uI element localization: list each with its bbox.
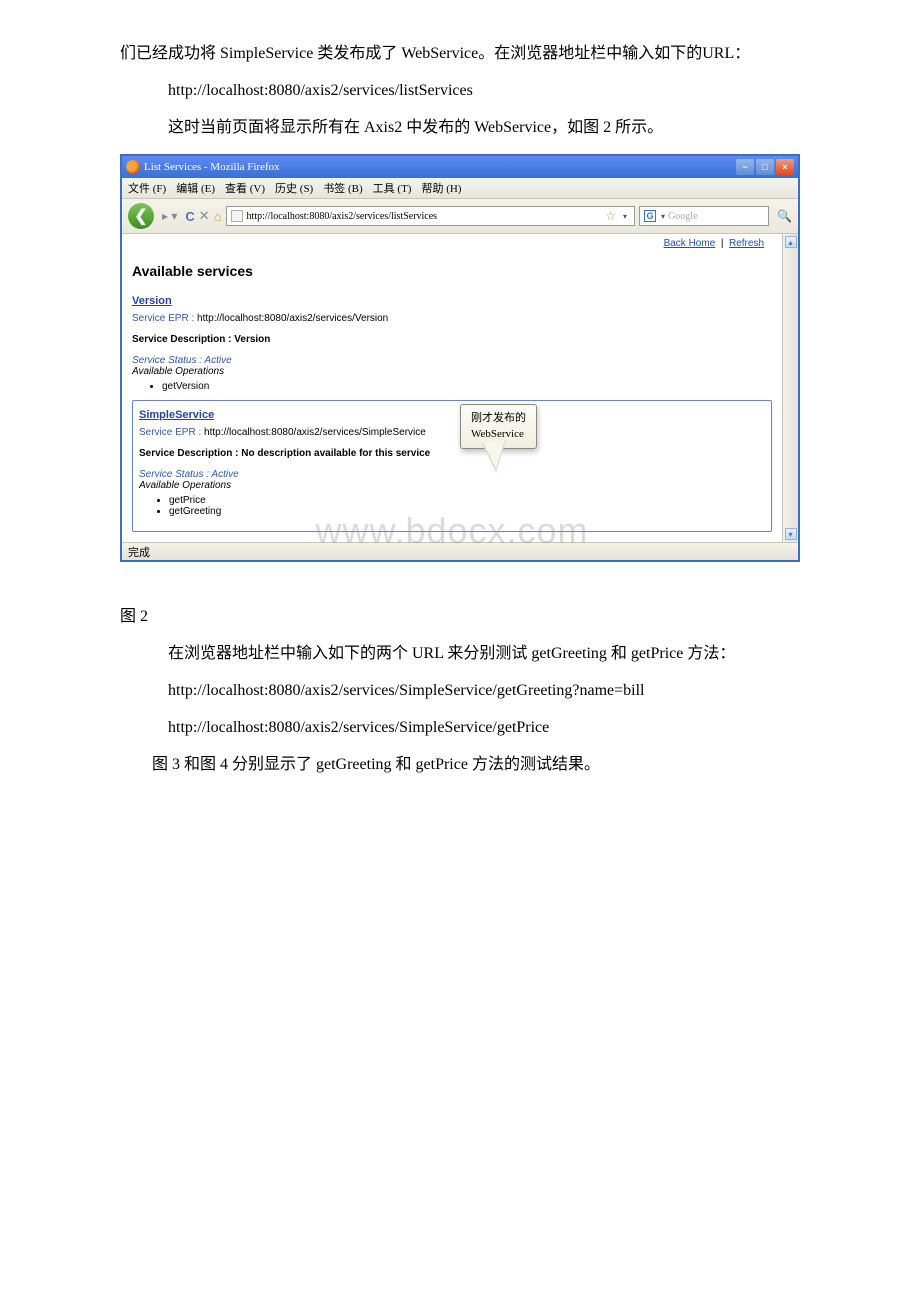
service-desc-version: Service Description : Version [132, 334, 772, 345]
menu-edit[interactable]: 编辑 (E) [176, 180, 215, 196]
nav-toolbar: ❮ ▸ ▾ C ✕ ⌂ http://localhost:8080/axis2/… [122, 199, 798, 234]
menu-tools[interactable]: 工具 (T) [373, 180, 412, 196]
maximize-button[interactable]: □ [756, 159, 774, 175]
service-link-simpleservice[interactable]: SimpleService [139, 409, 214, 421]
url-3: http://localhost:8080/axis2/services/Sim… [168, 714, 800, 743]
service-desc-simpleservice: Service Description : No description ava… [139, 448, 765, 459]
operation-item: getPrice [169, 495, 765, 506]
forward-button[interactable]: ▸ ▾ [158, 209, 181, 223]
address-dropdown-icon[interactable]: ▾ [620, 212, 630, 221]
paragraph-4: 图 3 和图 4 分别显示了 getGreeting 和 getPrice 方法… [120, 751, 800, 780]
callout-line-1: 刚才发布的 [471, 411, 526, 426]
back-button[interactable]: ❮ [128, 203, 154, 229]
status-bar: 完成 [122, 542, 798, 560]
top-link-bar: Back Home | Refresh [132, 234, 772, 259]
page-icon [231, 210, 243, 222]
search-submit-icon[interactable]: 🔍 [777, 209, 792, 223]
vertical-scrollbar[interactable]: ▴ ▾ [782, 234, 798, 542]
epr-label: Service EPR : [139, 427, 201, 438]
page-heading: Available services [132, 263, 772, 279]
epr-value: http://localhost:8080/axis2/services/Ver… [197, 313, 388, 324]
menu-help[interactable]: 帮助 (H) [421, 180, 461, 196]
search-placeholder: Google [668, 211, 697, 222]
url-2: http://localhost:8080/axis2/services/Sim… [168, 677, 800, 706]
epr-value: http://localhost:8080/axis2/services/Sim… [204, 427, 426, 438]
bookmark-star-icon[interactable]: ☆ [605, 209, 616, 224]
home-button[interactable]: ⌂ [214, 209, 222, 224]
service-simpleservice-highlight: SimpleService Service EPR : http://local… [132, 400, 772, 532]
menu-bar: 文件 (F) 编辑 (E) 查看 (V) 历史 (S) 书签 (B) 工具 (T… [122, 178, 798, 199]
scroll-up-icon[interactable]: ▴ [785, 236, 797, 248]
reload-button[interactable]: C [185, 209, 194, 224]
callout-annotation: 刚才发布的 WebService [460, 404, 537, 449]
menu-file[interactable]: 文件 (F) [128, 180, 166, 196]
url-1: http://localhost:8080/axis2/services/lis… [168, 77, 800, 106]
address-bar[interactable]: http://localhost:8080/axis2/services/lis… [226, 206, 636, 226]
paragraph-1: 们已经成功将 SimpleService 类发布成了 WebService。在浏… [120, 40, 800, 69]
firefox-window: List Services - Mozilla Firefox − □ × 文件… [120, 154, 800, 562]
stop-button[interactable]: ✕ [199, 208, 210, 224]
menu-view[interactable]: 查看 (V) [225, 180, 265, 196]
scroll-down-icon[interactable]: ▾ [785, 528, 797, 540]
title-bar: List Services - Mozilla Firefox − □ × [122, 156, 798, 178]
paragraph-3: 在浏览器地址栏中输入如下的两个 URL 来分别测试 getGreeting 和 … [120, 640, 800, 669]
content-area: Back Home | Refresh Available services V… [122, 234, 798, 542]
ops-label: Available Operations [139, 480, 765, 491]
service-version: Version Service EPR : http://localhost:8… [132, 291, 772, 392]
menu-bookmarks[interactable]: 书签 (B) [323, 180, 362, 196]
service-status: Service Status : Active [132, 355, 772, 366]
service-link-version[interactable]: Version [132, 295, 172, 307]
google-icon: G [644, 210, 656, 222]
minimize-button[interactable]: − [736, 159, 754, 175]
firefox-icon [126, 160, 140, 174]
menu-history[interactable]: 历史 (S) [275, 180, 313, 196]
search-box[interactable]: G ▾ Google [639, 206, 769, 226]
back-home-link[interactable]: Back Home [664, 238, 716, 249]
search-engine-dropdown-icon[interactable]: ▾ [658, 212, 668, 221]
ops-label: Available Operations [132, 366, 772, 377]
close-button[interactable]: × [776, 159, 794, 175]
refresh-link[interactable]: Refresh [729, 238, 764, 249]
figure-2-label: 图 2 [120, 602, 800, 626]
service-status: Service Status : Active [139, 469, 765, 480]
address-text: http://localhost:8080/axis2/services/lis… [247, 211, 602, 222]
window-title: List Services - Mozilla Firefox [144, 161, 280, 173]
paragraph-2: 这时当前页面将显示所有在 Axis2 中发布的 WebService，如图 2 … [120, 114, 800, 143]
operation-item: getVersion [162, 381, 772, 392]
operation-item: getGreeting [169, 506, 765, 517]
epr-label: Service EPR : [132, 313, 194, 324]
